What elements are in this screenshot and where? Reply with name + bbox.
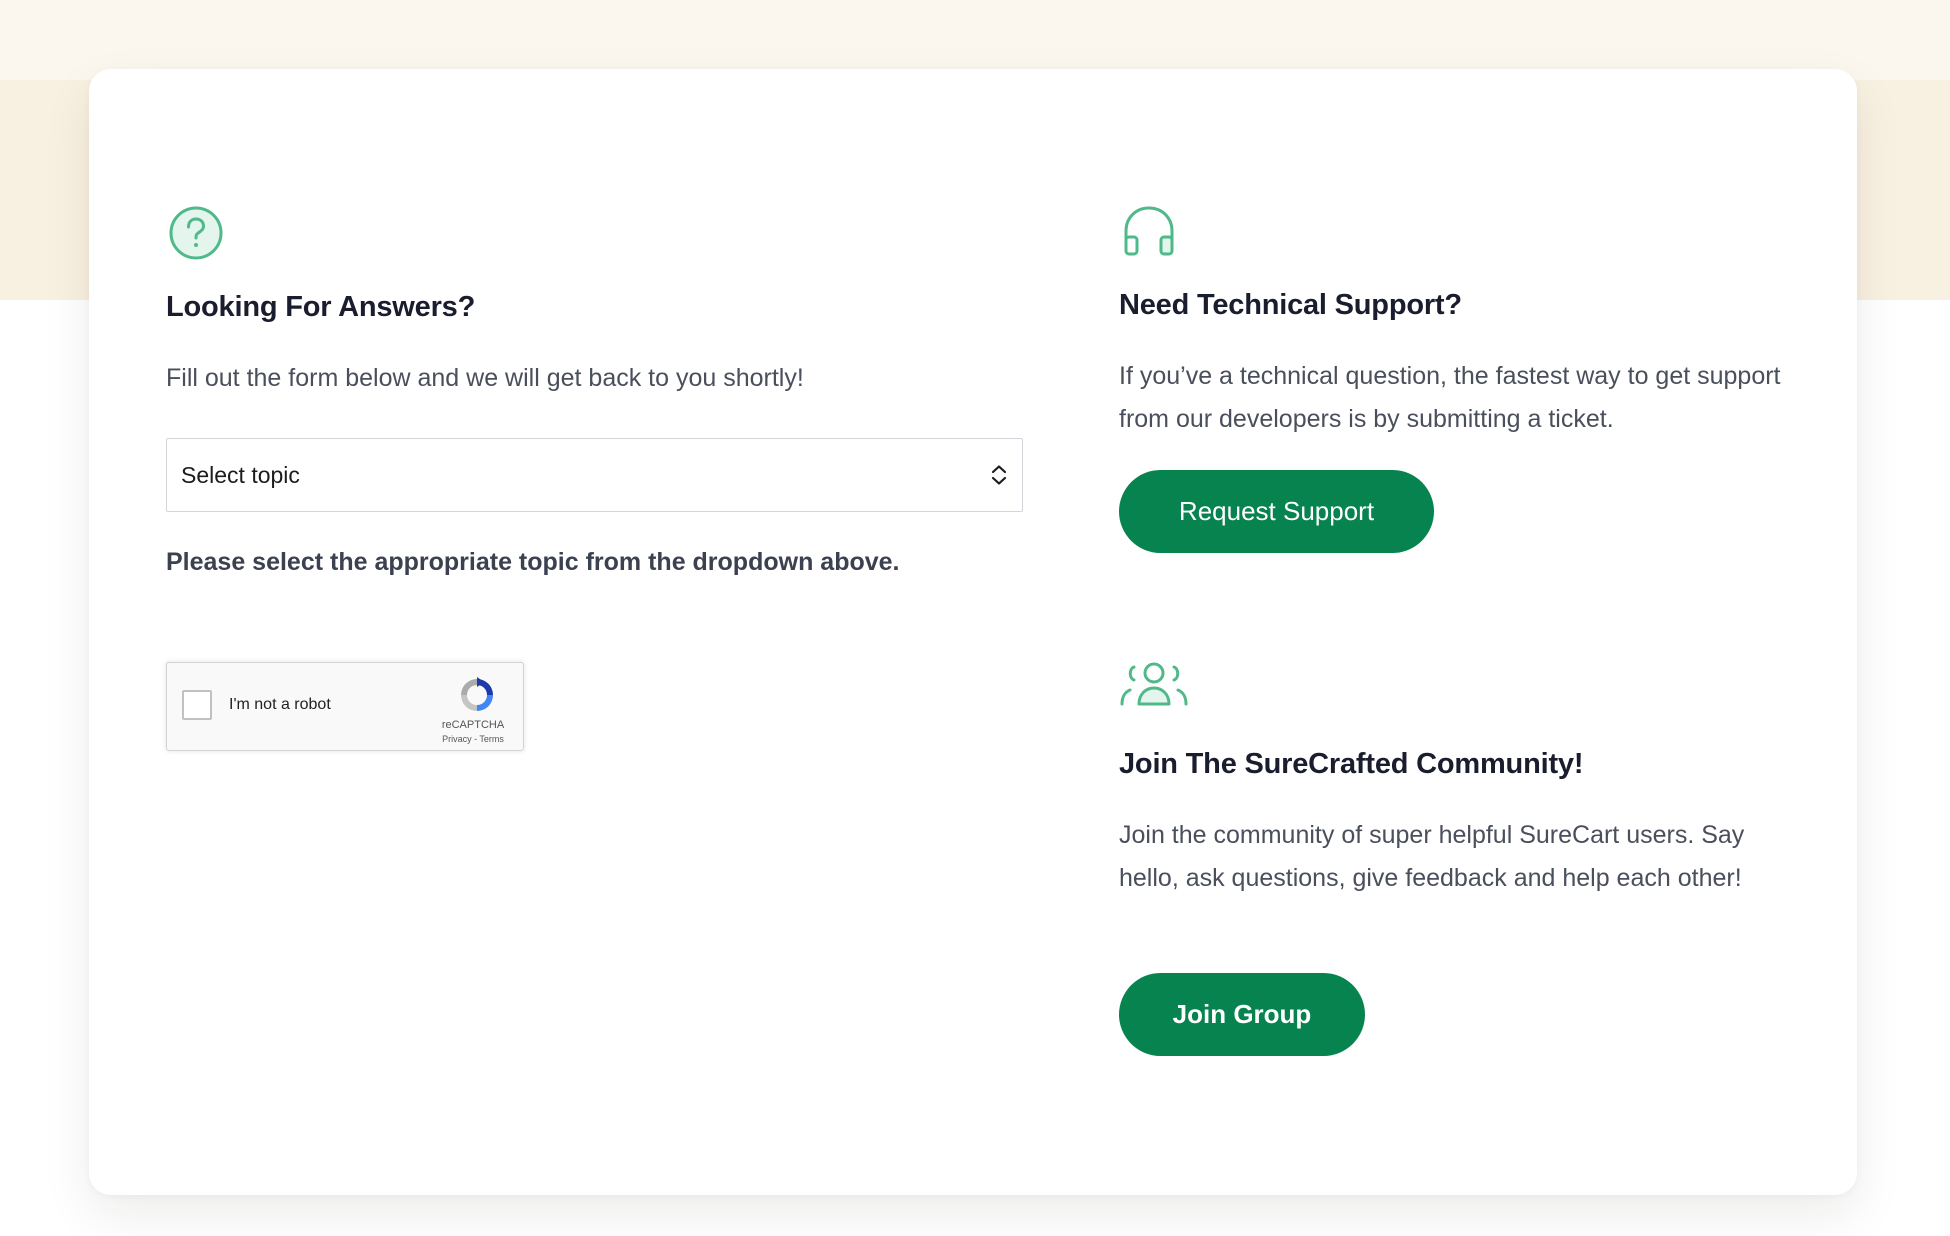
- recaptcha-checkbox[interactable]: [182, 690, 212, 720]
- headphones-icon: [1119, 203, 1185, 269]
- topic-select[interactable]: Select topic: [166, 438, 1023, 512]
- support-title: Need Technical Support?: [1119, 289, 1462, 321]
- topic-hint: Please select the appropriate topic from…: [166, 548, 900, 576]
- recaptcha-logo-icon: [457, 675, 497, 715]
- question-circle-icon: [166, 203, 232, 269]
- recaptcha-label: I'm not a robot: [229, 696, 331, 713]
- page: Looking For Answers? Fill out the form b…: [0, 0, 1950, 1236]
- answers-title: Looking For Answers?: [166, 291, 476, 323]
- answers-description: Fill out the form below and we will get …: [166, 364, 804, 392]
- chevron-up-down-icon: [990, 464, 1008, 486]
- topic-select-value: Select topic: [181, 461, 300, 488]
- top-background-strip: [0, 0, 1950, 80]
- request-support-button[interactable]: Request Support: [1119, 470, 1434, 553]
- users-group-icon: [1119, 658, 1189, 724]
- contact-card: Looking For Answers? Fill out the form b…: [89, 69, 1857, 1195]
- support-description: If you’ve a technical question, the fast…: [1119, 362, 1781, 433]
- recaptcha-links[interactable]: Privacy - Terms: [423, 734, 523, 744]
- community-title: Join The SureCrafted Community!: [1119, 748, 1584, 780]
- recaptcha-brand: reCAPTCHA: [441, 719, 505, 731]
- community-description: Join the community of super helpful Sure…: [1119, 821, 1745, 892]
- recaptcha-widget: I'm not a robot reCAPTCHA Privacy - Term…: [166, 662, 524, 751]
- join-group-button[interactable]: Join Group: [1119, 973, 1365, 1056]
